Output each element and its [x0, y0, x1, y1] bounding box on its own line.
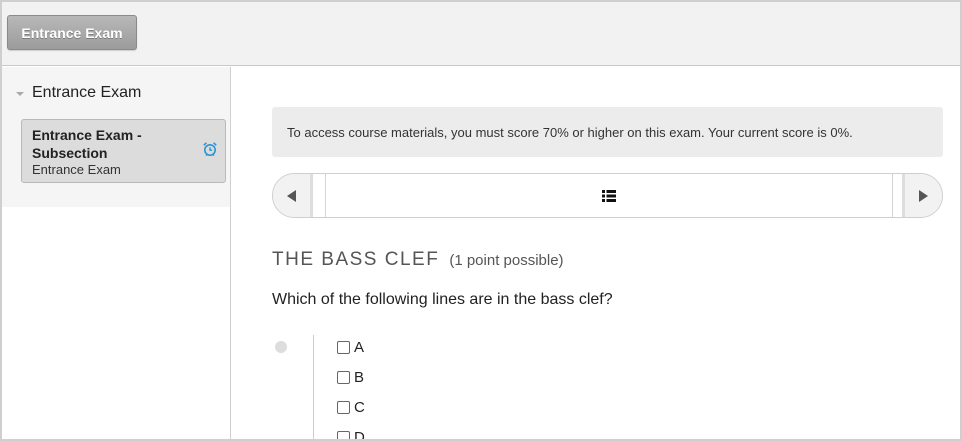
chapter-label: Entrance Exam	[32, 84, 142, 101]
exam-requirement-notice: To access course materials, you must sco…	[272, 107, 943, 157]
choice-label: C	[354, 399, 365, 416]
problem-title: THE BASS CLEF	[272, 249, 440, 270]
subsection-title: Entrance Exam - Subsection	[32, 127, 142, 161]
sequence-item-tab[interactable]	[325, 174, 893, 217]
next-button[interactable]	[902, 174, 942, 217]
checkbox[interactable]	[337, 371, 350, 384]
triangle-left-icon	[287, 189, 296, 202]
checkbox[interactable]	[337, 401, 350, 414]
previous-button[interactable]	[273, 174, 313, 217]
choice-d[interactable]: D	[337, 429, 365, 441]
caret-down-icon	[16, 91, 24, 96]
problem-header: THE BASS CLEF (1 point possible)	[272, 249, 564, 271]
subsection-entrance-exam[interactable]: Entrance Exam - Subsection Entrance Exam	[21, 119, 226, 183]
course-tabs-bar: Entrance Exam	[2, 2, 960, 66]
sidebar-empty-area	[2, 207, 230, 439]
choice-c[interactable]: C	[337, 399, 365, 416]
choice-label: D	[354, 429, 365, 441]
app-window: Entrance Exam Entrance Exam Entrance Exa…	[0, 0, 962, 441]
problem-points: (1 point possible)	[449, 252, 564, 269]
checkbox[interactable]	[337, 341, 350, 354]
triangle-right-icon	[919, 189, 928, 202]
sequence-navigation	[272, 173, 943, 218]
subsection-subtitle: Entrance Exam	[32, 162, 121, 177]
course-sidebar: Entrance Exam Entrance Exam - Subsection…	[2, 67, 231, 439]
choice-b[interactable]: B	[337, 369, 364, 386]
choices-divider	[313, 335, 314, 439]
list-icon	[602, 189, 616, 202]
choice-label: B	[354, 369, 365, 386]
course-content: To access course materials, you must sco…	[232, 67, 960, 441]
choice-a[interactable]: A	[337, 339, 364, 356]
chapter-entrance-exam[interactable]: Entrance Exam	[16, 84, 141, 102]
alarm-clock-icon	[203, 142, 217, 157]
answer-status-indicator	[275, 341, 287, 353]
tab-entrance-exam[interactable]: Entrance Exam	[7, 15, 137, 50]
checkbox[interactable]	[337, 431, 350, 439]
choice-label: A	[354, 339, 365, 356]
problem-question: Which of the following lines are in the …	[272, 291, 613, 308]
